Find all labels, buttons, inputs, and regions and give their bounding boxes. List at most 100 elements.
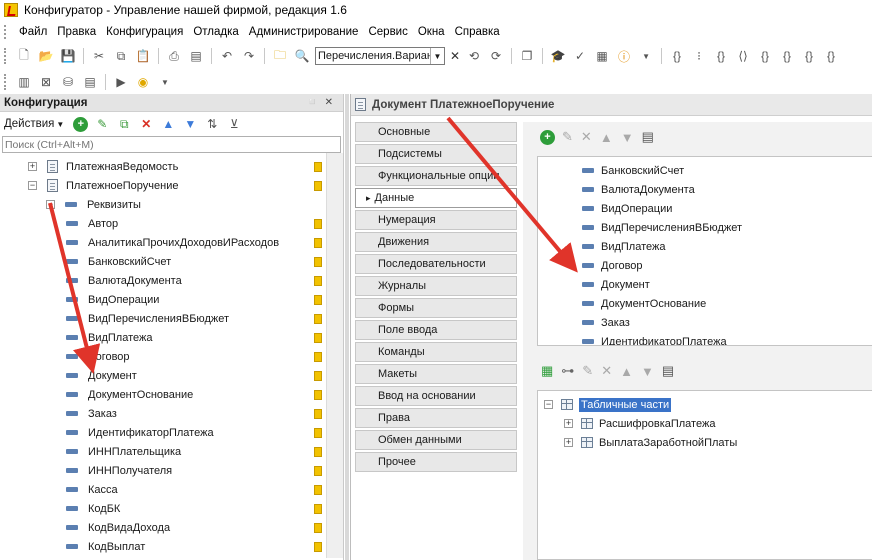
module-4-icon[interactable]: ⟨⟩ (734, 47, 752, 65)
edit-icon[interactable]: ✎ (93, 115, 111, 133)
tab-5[interactable]: Движения (355, 232, 517, 252)
tree-attribute-node[interactable]: БанковскийСчет (66, 252, 171, 271)
tab-13[interactable]: Права (355, 408, 517, 428)
print-icon[interactable]: ⎙ (165, 47, 183, 65)
attribute-row[interactable]: Заказ (582, 313, 630, 332)
tree-attribute-node[interactable]: АналитикаПрочихДоходовИРасходов (66, 233, 279, 252)
tree-attribute-node[interactable]: ВидОперации (66, 290, 159, 309)
attribute-row[interactable]: Документ (582, 275, 650, 294)
tab-12[interactable]: Ввод на основании (355, 386, 517, 406)
add-column-icon[interactable]: ⊶ (561, 363, 574, 379)
tree-attribute-node[interactable]: Автор (66, 214, 118, 233)
tree-attribute-node[interactable]: ВалютаДокумента (66, 271, 182, 290)
sort-icon[interactable]: ▤ (642, 129, 654, 145)
cut-icon[interactable]: ✂ (90, 47, 108, 65)
tree-scrollbar[interactable] (326, 153, 343, 558)
open-folder-icon[interactable]: 📂 (37, 47, 55, 65)
clear-search-icon[interactable]: ✕ (450, 49, 460, 63)
menu-windows[interactable]: Окна (413, 26, 450, 38)
menu-edit[interactable]: Правка (52, 26, 101, 38)
tree-search[interactable] (2, 136, 341, 153)
close-icon[interactable]: ✕ (325, 97, 339, 108)
tab-9[interactable]: Поле ввода (355, 320, 517, 340)
tree-attribute-node[interactable]: КодВыплат (66, 537, 145, 556)
tree-attribute-node[interactable]: Договор (66, 347, 130, 366)
tree-attribute-node[interactable]: Касса (66, 480, 118, 499)
tree-document-node[interactable]: − ПлатежноеПоручение (28, 176, 178, 195)
delete-icon[interactable]: ✕ (137, 115, 155, 133)
save-icon[interactable]: 💾 (59, 47, 77, 65)
preview-icon[interactable]: ▤ (187, 47, 205, 65)
tab-3[interactable]: ▸ Данные (355, 188, 517, 208)
find-prev-icon[interactable]: ⟳ (487, 47, 505, 65)
attribute-row[interactable]: ВидОперации (582, 199, 672, 218)
attribute-row[interactable]: ВалютаДокумента (582, 180, 695, 199)
tab-7[interactable]: Журналы (355, 276, 517, 296)
expand-icon[interactable]: + (28, 162, 37, 171)
new-file-icon[interactable]: 🗋 (15, 47, 33, 65)
filter-icon[interactable]: ⊻ (225, 115, 243, 133)
copy-icon[interactable]: ⧉ (112, 47, 130, 65)
tabular-root-node[interactable]: − Табличные части (544, 395, 672, 414)
chevron-down-icon[interactable]: ▼ (637, 47, 655, 65)
tree-document-node[interactable]: + ПлатежнаяВедомость (28, 157, 178, 176)
toolbar-grip[interactable] (4, 74, 8, 90)
tree-attribute-node[interactable]: ИдентификаторПлатежа (66, 423, 214, 442)
menu-help[interactable]: Справка (450, 26, 505, 38)
tree-attribute-node[interactable]: Заказ (66, 404, 117, 423)
menu-administration[interactable]: Администрирование (244, 26, 364, 38)
tab-0[interactable]: Основные (355, 122, 517, 142)
tab-14[interactable]: Обмен данными (355, 430, 517, 450)
redo-icon[interactable]: ↷ (240, 47, 258, 65)
search-combo[interactable]: Перечисления.Вариан ▼ (315, 47, 445, 65)
menu-grip[interactable] (4, 25, 8, 39)
attribute-row[interactable]: ВидПеречисленияВБюджет (582, 218, 742, 237)
tree-attribute-node[interactable]: КодБК (66, 499, 120, 518)
tree-attribute-node[interactable]: ДокументОснование (66, 385, 193, 404)
tree-attribute-node[interactable]: ВидПеречисленияВБюджет (66, 309, 229, 328)
tab-4[interactable]: Нумерация (355, 210, 517, 230)
tree-search-input[interactable] (3, 137, 340, 152)
add-icon[interactable]: + (73, 116, 89, 132)
compare-icon[interactable]: ⊠ (37, 73, 55, 91)
menu-file[interactable]: Файл (14, 26, 52, 38)
chevron-down-icon[interactable]: ▼ (156, 73, 174, 91)
tree-attribute-node[interactable]: ИННПолучателя (66, 461, 172, 480)
tree-attribute-node[interactable]: ИННПлательщика (66, 442, 181, 461)
search-combo-value[interactable]: Перечисления.Вариан (316, 50, 430, 62)
actions-menu[interactable]: Действия (4, 118, 54, 130)
panel-splitter[interactable] (345, 94, 349, 560)
add-table-icon[interactable]: ▦ (541, 363, 553, 379)
collapse-icon[interactable]: − (46, 200, 55, 209)
run-icon[interactable]: ◉ (134, 73, 152, 91)
module-7-icon[interactable]: {} (800, 47, 818, 65)
spellcheck-icon[interactable]: ✓ (571, 47, 589, 65)
move-down-icon[interactable]: ▼ (181, 115, 199, 133)
chevron-down-icon[interactable]: ▼ (56, 120, 64, 129)
chevron-down-icon[interactable]: ▼ (430, 48, 444, 64)
table-icon[interactable]: ▤ (81, 73, 99, 91)
tab-2[interactable]: Функциональные опции (355, 166, 517, 186)
menu-service[interactable]: Сервис (363, 26, 412, 38)
paste-icon[interactable]: 📋 (134, 47, 152, 65)
sort-icon[interactable]: ▤ (662, 363, 674, 379)
undo-icon[interactable]: ↶ (218, 47, 236, 65)
module-3-icon[interactable]: {} (712, 47, 730, 65)
pin-icon[interactable]: ◽ (306, 97, 324, 108)
search-icon[interactable]: 🔍 (293, 47, 311, 65)
config-tree-icon[interactable]: ▥ (15, 73, 33, 91)
collapse-icon[interactable]: − (544, 400, 553, 409)
wizard-icon[interactable]: 🎓 (549, 47, 567, 65)
tab-6[interactable]: Последовательности (355, 254, 517, 274)
module-5-icon[interactable]: {} (756, 47, 774, 65)
add-attribute-icon[interactable]: + (540, 129, 555, 145)
sort-icon[interactable]: ⇅ (203, 115, 221, 133)
tree-group-node[interactable]: − Реквизиты (46, 195, 141, 214)
module-8-icon[interactable]: {} (822, 47, 840, 65)
tab-15[interactable]: Прочее (355, 452, 517, 472)
toolbar-grip[interactable] (4, 48, 8, 64)
tree-attribute-node[interactable]: КодВидаДохода (66, 518, 170, 537)
attribute-row[interactable]: Договор (582, 256, 643, 275)
module-2-icon[interactable]: ⁝ (690, 47, 708, 65)
tab-1[interactable]: Подсистемы (355, 144, 517, 164)
